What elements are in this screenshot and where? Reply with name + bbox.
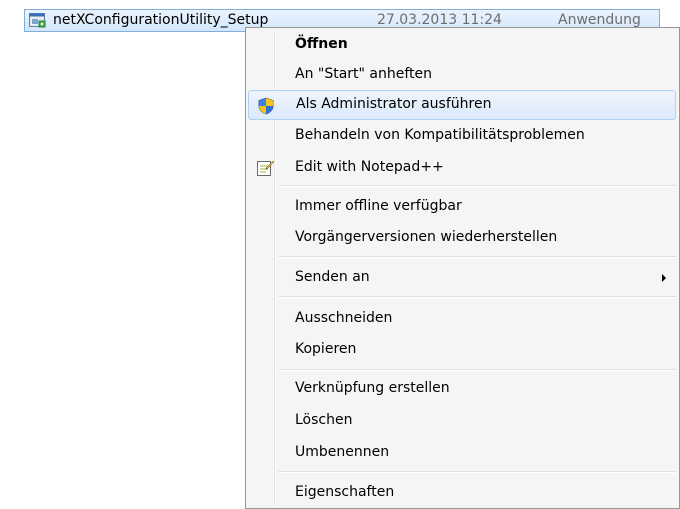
menu-item-create-shortcut[interactable]: Verknüpfung erstellen	[248, 374, 676, 404]
uac-shield-icon	[257, 97, 275, 115]
menu-item-properties[interactable]: Eigenschaften	[248, 478, 676, 508]
menu-item-copy[interactable]: Kopieren	[248, 335, 676, 365]
menu-item-cut[interactable]: Ausschneiden	[248, 304, 676, 334]
menu-item-label: Öffnen	[295, 36, 348, 52]
menu-item-restore-previous-versions[interactable]: Vorgängerversionen wiederherstellen	[248, 223, 676, 253]
menu-separator	[278, 185, 676, 187]
menu-item-label: Umbenennen	[295, 444, 390, 460]
menu-item-label: Behandeln von Kompatibilitätsproblemen	[295, 127, 585, 143]
menu-item-label: Immer offline verfügbar	[295, 198, 462, 214]
menu-separator	[278, 256, 676, 258]
file-name: netXConfigurationUtility_Setup	[53, 12, 269, 28]
menu-item-label: Kopieren	[295, 341, 357, 357]
menu-item-always-offline[interactable]: Immer offline verfügbar	[248, 192, 676, 222]
submenu-arrow-icon	[662, 274, 666, 282]
menu-item-run-as-admin[interactable]: Als Administrator ausführen	[248, 90, 676, 120]
menu-item-label: Eigenschaften	[295, 484, 395, 500]
menu-item-send-to[interactable]: Senden an	[248, 263, 676, 293]
menu-item-label: An "Start" anheften	[295, 66, 433, 82]
menu-item-label: Senden an	[295, 269, 370, 285]
installer-file-icon	[29, 13, 46, 28]
menu-item-troubleshoot-compatibility[interactable]: Behandeln von Kompatibilitätsproblemen	[248, 121, 676, 151]
file-date: 27.03.2013 11:24	[377, 12, 502, 28]
menu-separator	[278, 369, 676, 371]
file-type: Anwendung	[558, 12, 641, 28]
menu-item-delete[interactable]: Löschen	[248, 406, 676, 436]
menu-item-label: Löschen	[295, 412, 353, 428]
menu-item-edit-notepad[interactable]: Edit with Notepad++	[248, 153, 676, 183]
explorer-window: netXConfigurationUtility_Setup 27.03.201…	[0, 0, 680, 509]
menu-item-pin-to-start[interactable]: An "Start" anheften	[248, 60, 676, 90]
context-menu: Öffnen An "Start" anheften Als Administr…	[245, 27, 680, 509]
menu-item-label: Edit with Notepad++	[295, 159, 444, 175]
menu-separator	[278, 296, 676, 298]
menu-item-label: Vorgängerversionen wiederherstellen	[295, 229, 558, 245]
notepad-plus-plus-icon	[256, 159, 275, 177]
menu-item-open[interactable]: Öffnen	[248, 30, 676, 60]
menu-item-rename[interactable]: Umbenennen	[248, 438, 676, 468]
menu-item-label: Ausschneiden	[295, 310, 393, 326]
menu-item-label: Verknüpfung erstellen	[295, 380, 450, 396]
menu-separator	[278, 471, 676, 473]
menu-item-label: Als Administrator ausführen	[296, 96, 492, 112]
